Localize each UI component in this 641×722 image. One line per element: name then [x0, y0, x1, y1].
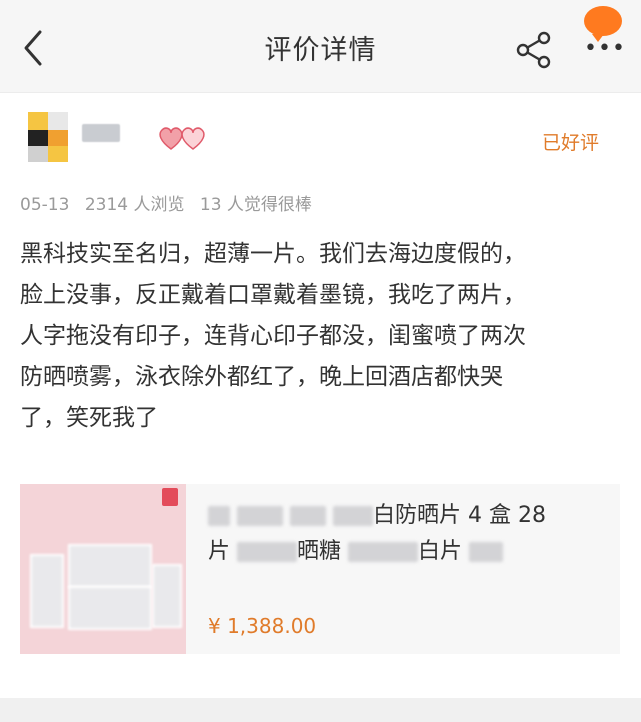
- review-meta: 05-13 2314 人浏览 13 人觉得很棒: [20, 190, 322, 215]
- more-dots-icon: •••: [584, 36, 626, 61]
- review-line: 防晒喷雾，泳衣除外都红了，晚上回酒店都快哭: [20, 364, 503, 390]
- product-card[interactable]: 白防晒片 4 盒 28 片 晒糖 白片 ¥ 1,388.00: [20, 484, 620, 654]
- more-icon[interactable]: •••: [580, 6, 630, 66]
- product-title-part: 白片: [418, 539, 463, 564]
- notification-bubble-icon: [584, 6, 622, 42]
- hearts-icon: [156, 124, 216, 152]
- product-title-part: 白防晒片 4 盒 28: [373, 503, 546, 528]
- product-title-part: 晒糖: [297, 539, 342, 564]
- share-icon[interactable]: [514, 30, 554, 70]
- review-line: 人字拖没有印子，连背心印子都没，闺蜜喷了两次: [20, 323, 526, 349]
- nav-bar: 评价详情 •••: [0, 0, 641, 93]
- review-text: 黑科技实至名归，超薄一片。我们去海边度假的， 脸上没事，反正戴着口罩戴着墨镜，我…: [20, 234, 610, 439]
- user-name-blurred: [82, 124, 120, 142]
- product-image[interactable]: [20, 484, 186, 654]
- review-line: 脸上没事，反正戴着口罩戴着墨镜，我吃了两片，: [20, 282, 526, 308]
- review-line: 黑科技实至名归，超薄一片。我们去海边度假的，: [20, 241, 526, 267]
- like-count: 13 人觉得很棒: [199, 195, 312, 215]
- review-date: 05-13: [20, 195, 70, 215]
- product-price: ¥ 1,388.00: [208, 614, 317, 638]
- review-line: 了，笑死我了: [20, 405, 158, 431]
- product-title[interactable]: 白防晒片 4 盒 28 片 晒糖 白片: [208, 498, 598, 570]
- view-count: 2314 人浏览: [84, 195, 185, 215]
- bottom-divider: [0, 698, 641, 722]
- product-title-part: 片: [208, 539, 231, 564]
- avatar[interactable]: [28, 112, 68, 162]
- flag-icon: [162, 488, 178, 506]
- status-badge: 已好评: [541, 132, 599, 154]
